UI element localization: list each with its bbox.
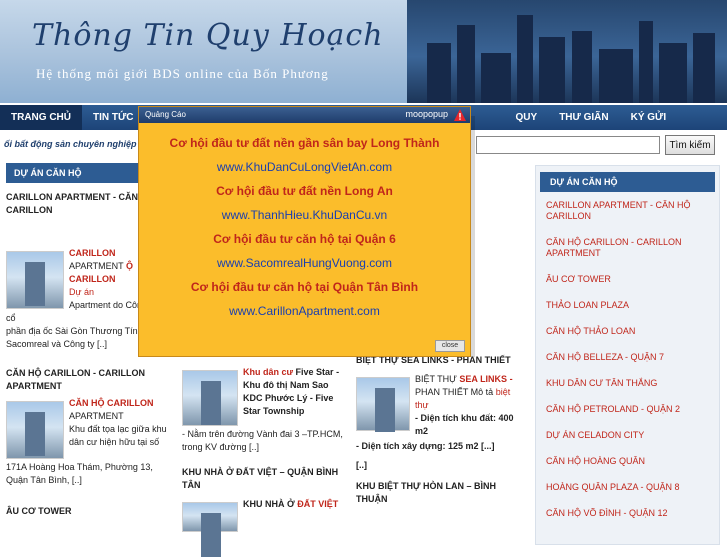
excerpt-text: BIỆT THỰ bbox=[415, 374, 457, 384]
apartment-thumbnail[interactable] bbox=[6, 401, 64, 459]
excerpt-text: APARTMENT bbox=[69, 411, 124, 421]
excerpt-text: - Nằm trên đường Vành đai 3 –TP.HCM, tro… bbox=[182, 429, 343, 452]
sidebar-link[interactable]: CĂN HỘ HOÀNG QUÂN bbox=[536, 456, 719, 467]
sidebar-link[interactable]: CĂN HỘ BELLEZA - QUẬN 7 bbox=[536, 352, 719, 363]
ad-headline: Cơ hội đầu tư căn hộ tại Quận Tân Bình bbox=[190, 280, 419, 294]
post-excerpt: KHU NHÀ Ở ĐẤT VIỆT bbox=[182, 498, 347, 557]
ad-link[interactable]: www.CarillonApartment.com bbox=[139, 304, 470, 318]
search-button[interactable]: Tìm kiếm bbox=[665, 135, 715, 155]
sidebar-link[interactable]: CĂN HỘ CARILLON - CARILLON APARTMENT bbox=[536, 237, 719, 259]
lead-link[interactable]: CARILLON bbox=[69, 248, 116, 258]
sidebar-link[interactable]: CĂN HỘ VÕ ĐÌNH - QUẬN 12 bbox=[536, 508, 719, 519]
project-thumbnail[interactable] bbox=[182, 502, 238, 557]
sidebar-link[interactable]: CĂN HỘ PETROLAND - QUẬN 2 bbox=[536, 404, 719, 415]
sidebar-link[interactable]: ÂU CƠ TOWER bbox=[536, 274, 719, 285]
sidebar-heading: DỰ ÁN CĂN HỘ bbox=[540, 172, 715, 192]
lead-link[interactable]: CĂN HỘ CARILLON bbox=[69, 398, 154, 408]
sidebar-link[interactable]: CĂN HỘ THẢO LOAN bbox=[536, 326, 719, 337]
excerpt-text: 171A Hoàng Hoa Thám, Phường 13, bbox=[6, 462, 153, 472]
nav-home[interactable]: TRANG CHỦ bbox=[0, 105, 82, 130]
popup-titlebar[interactable]: Quảng Cáo moopopup bbox=[139, 107, 470, 123]
post-title[interactable]: ÂU CƠ TOWER bbox=[6, 505, 168, 518]
ad-headline: Cơ hội đầu tư đất nền Long An bbox=[216, 184, 393, 198]
excerpt-text: - Diện tích xây dựng: 125 m2 [...] bbox=[356, 441, 495, 451]
read-more-link[interactable]: [..] bbox=[356, 459, 524, 472]
popup-brand: moopopup bbox=[405, 109, 448, 119]
nav-news[interactable]: TIN TỨC bbox=[82, 105, 145, 130]
lead-link[interactable]: Khu dân cư bbox=[243, 367, 293, 377]
sidebar-link[interactable]: KHU DÂN CƯ TÂN THẮNG bbox=[536, 378, 719, 389]
township-thumbnail[interactable] bbox=[182, 370, 238, 426]
ad-link[interactable]: www.KhuDanCuLongVietAn.com bbox=[139, 160, 470, 174]
sidebar-link[interactable]: THẢO LOAN PLAZA bbox=[536, 300, 719, 311]
sidebar-link[interactable]: DỰ ÁN CELADON CITY bbox=[536, 430, 719, 441]
middle-column: Khu dân cư Five Star - Khu đô thị Nam Sa… bbox=[182, 356, 347, 557]
nav-planning[interactable]: QUY bbox=[505, 105, 549, 130]
post-title[interactable]: CĂN HỘ CARILLON - CARILLON APARTMENT bbox=[6, 367, 168, 393]
site-header: Thông Tin Quy Hoạch Hệ thống môi giới BD… bbox=[0, 0, 727, 103]
right-column: BIỆT THỰ SEA LINKS - PHAN THIẾT BIỆT THỰ… bbox=[356, 355, 524, 506]
villa-thumbnail[interactable] bbox=[356, 377, 410, 432]
city-skyline-image bbox=[407, 0, 727, 103]
ad-headline: Cơ hội đầu tư đất nền gần sân bay Long T… bbox=[169, 136, 440, 150]
apartment-thumbnail[interactable] bbox=[6, 251, 64, 309]
search-input[interactable] bbox=[476, 136, 660, 154]
excerpt-text: KHU NHÀ Ở bbox=[243, 499, 295, 509]
site-title[interactable]: Thông Tin Quy Hoạch bbox=[32, 18, 384, 53]
ad-link[interactable]: www.ThanhHieu.KhuDanCu.vn bbox=[139, 208, 470, 222]
site-subtitle: Hệ thống môi giới BDS online của Bốn Phư… bbox=[36, 66, 329, 81]
post-excerpt: CĂN HỘ CARILLON APARTMENT Khu đất tọa lạ… bbox=[6, 397, 168, 487]
tagline: ối bất động sản chuyên nghiệp bbox=[4, 139, 137, 149]
close-button[interactable]: close bbox=[435, 340, 465, 352]
lead-link[interactable]: ĐẤT VIỆT bbox=[297, 499, 338, 509]
ad-link[interactable]: www.SacomrealHungVuong.com bbox=[139, 256, 470, 270]
post-title[interactable]: KHU BIỆT THỰ HÒN LAN – BÌNH THUẬN bbox=[356, 480, 524, 506]
excerpt-text: Quận Tân Bình, [..] bbox=[6, 475, 82, 485]
ad-headline: Cơ hội đầu tư căn hộ tại Quận 6 bbox=[213, 232, 396, 246]
ad-popup: Quảng Cáo moopopup Cơ hội đầu tư đất nền… bbox=[138, 106, 471, 357]
post-excerpt: Khu dân cư Five Star - Khu đô thị Nam Sa… bbox=[182, 366, 347, 454]
post-excerpt: BIỆT THỰ SEA LINKS - PHAN THIẾT Mô tả bi… bbox=[356, 373, 524, 472]
nav-relax[interactable]: THƯ GIÃN bbox=[548, 105, 619, 130]
nav-consign[interactable]: KÝ GỬI bbox=[620, 105, 678, 130]
popup-shadow bbox=[471, 116, 475, 357]
post-title[interactable]: KHU NHÀ Ở ĐẤT VIỆT – QUẬN BÌNH TÂN bbox=[182, 466, 347, 492]
sidebar-link[interactable]: HOÀNG QUÂN PLAZA - QUẬN 8 bbox=[536, 482, 719, 493]
popup-label: Quảng Cáo bbox=[145, 110, 186, 119]
excerpt-text: PHAN THIẾT Mô tả bbox=[415, 387, 494, 397]
warning-icon bbox=[454, 109, 466, 121]
lead-link[interactable]: SEA LINKS - bbox=[459, 374, 512, 384]
sidebar: DỰ ÁN CĂN HỘ CARILLON APARTMENT - CĂN HỘ… bbox=[535, 165, 720, 545]
sidebar-link[interactable]: CARILLON APARTMENT - CĂN HỘ CARILLON bbox=[536, 200, 719, 222]
excerpt-text: APARTMENT bbox=[69, 261, 124, 271]
